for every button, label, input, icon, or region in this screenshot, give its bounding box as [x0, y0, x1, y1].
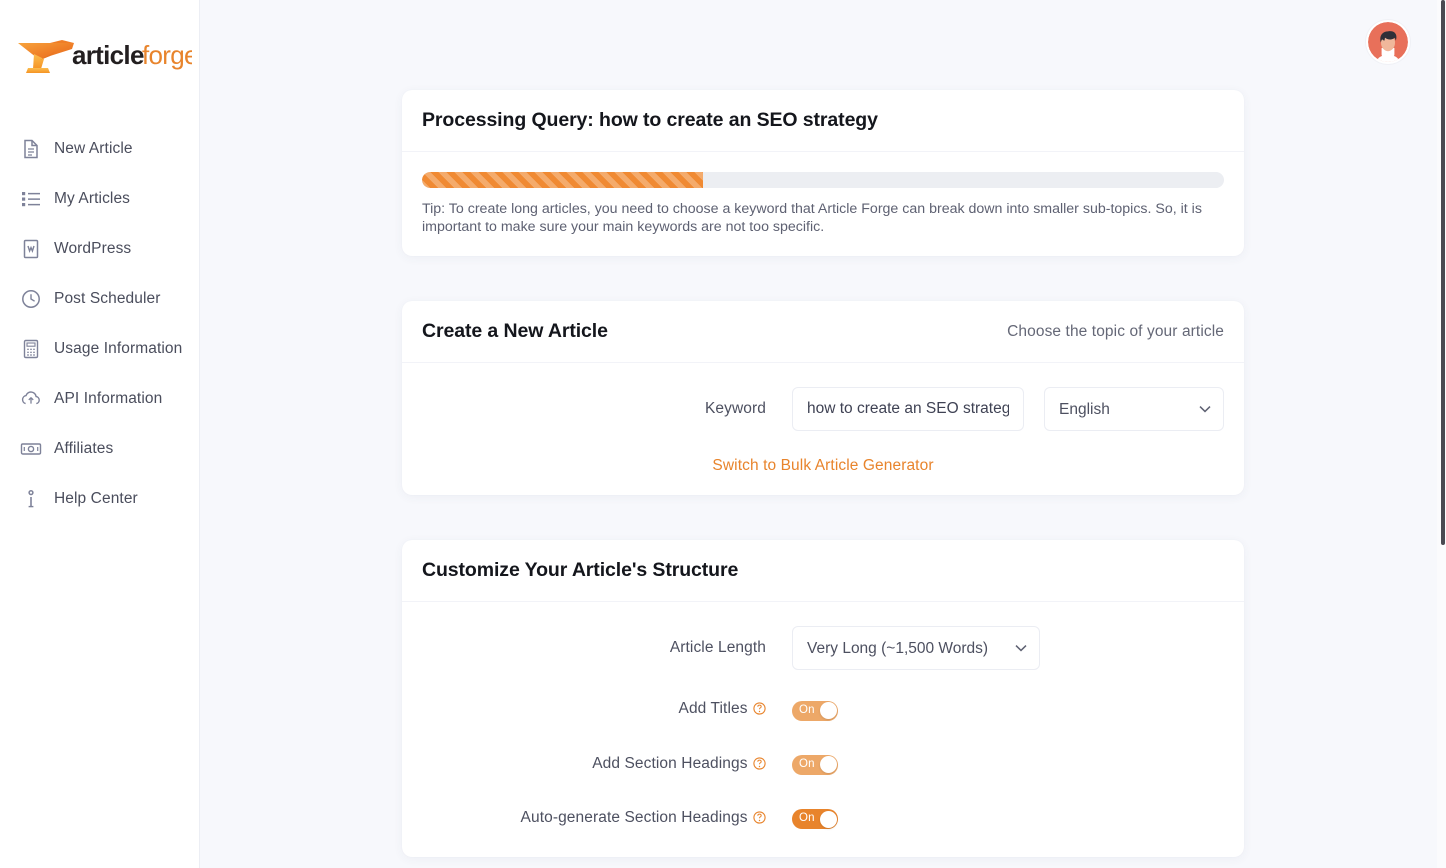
sidebar-item-label: New Article: [54, 140, 133, 158]
keyword-input[interactable]: [792, 387, 1024, 431]
user-avatar-icon: [1368, 22, 1408, 62]
keyword-row: Keyword EnglishSpanishFrenchGermanItalia…: [422, 383, 1224, 435]
article-length-select[interactable]: Short (~500 Words)Medium (~750 Words)Lon…: [792, 626, 1040, 670]
add-titles-toggle-state: On: [792, 705, 815, 717]
sidebar-item-usage-information[interactable]: Usage Information: [0, 324, 199, 374]
vertical-scrollbar[interactable]: [1437, 0, 1446, 868]
sidebar-item-my-articles[interactable]: My Articles: [0, 174, 199, 224]
add-titles-label-text: Add Titles: [679, 700, 748, 717]
list-icon: [20, 188, 42, 210]
cloud-upload-icon: [20, 388, 42, 410]
question-circle-icon[interactable]: [753, 698, 766, 724]
scrollbar-thumb[interactable]: [1441, 0, 1445, 545]
create-card-body: Keyword EnglishSpanishFrenchGermanItalia…: [402, 363, 1244, 495]
progress-bar-fill: [422, 172, 703, 188]
sidebar-item-post-scheduler[interactable]: Post Scheduler: [0, 274, 199, 324]
auto-generate-section-headings-toggle[interactable]: On: [792, 809, 838, 829]
processing-card-header: Processing Query: how to create an SEO s…: [402, 90, 1244, 152]
sidebar-item-help-center[interactable]: Help Center: [0, 474, 199, 524]
main-area: Processing Query: how to create an SEO s…: [200, 0, 1446, 868]
keyword-label: Keyword: [422, 396, 792, 422]
content-column: Processing Query: how to create an SEO s…: [200, 90, 1446, 868]
spacer: [422, 674, 1224, 692]
add-section-headings-label-text: Add Section Headings: [592, 755, 747, 772]
auto-generate-section-headings-label: Auto-generate Section Headings: [422, 805, 792, 833]
sidebar-item-api-information[interactable]: API Information: [0, 374, 199, 424]
sidebar-item-affiliates[interactable]: Affiliates: [0, 424, 199, 474]
sidebar-item-label: Usage Information: [54, 340, 182, 358]
sidebar-item-label: WordPress: [54, 240, 131, 258]
article-length-label: Article Length: [422, 635, 792, 661]
article-length-row: Article Length Short (~500 Words)Medium …: [422, 622, 1224, 674]
create-card-subtitle: Choose the topic of your article: [1007, 323, 1224, 341]
create-article-card: Create a New Article Choose the topic of…: [402, 301, 1244, 495]
structure-card-title: Customize Your Article's Structure: [422, 559, 738, 582]
calculator-icon: [20, 338, 42, 360]
toggle-knob: [820, 702, 837, 719]
brand-logo[interactable]: article forge: [0, 22, 199, 82]
toggle-knob: [820, 756, 837, 773]
document-icon: [20, 138, 42, 160]
language-select[interactable]: EnglishSpanishFrenchGermanItalianDutchPo…: [1044, 387, 1224, 431]
structure-card: Customize Your Article's Structure Artic…: [402, 540, 1244, 857]
sidebar-item-new-article[interactable]: New Article: [0, 124, 199, 174]
anvil-icon: article forge: [10, 30, 192, 74]
auto-generate-toggle-state: On: [792, 813, 815, 825]
sidebar-item-label: Affiliates: [54, 440, 113, 458]
progress-bar-track: [422, 172, 1224, 188]
processing-card-title: Processing Query: how to create an SEO s…: [422, 109, 878, 132]
logo-text-article: article: [72, 40, 144, 70]
processing-card-body: Tip: To create long articles, you need t…: [402, 152, 1244, 256]
add-section-headings-row: Add Section Headings On: [422, 747, 1224, 783]
info-icon: [20, 488, 42, 510]
question-circle-icon[interactable]: [753, 807, 766, 833]
sidebar-item-label: API Information: [54, 390, 162, 408]
auto-generate-label-text: Auto-generate Section Headings: [521, 809, 748, 826]
logo-text-forge: forge: [142, 40, 192, 70]
language-select-wrap: EnglishSpanishFrenchGermanItalianDutchPo…: [1024, 387, 1224, 431]
add-section-headings-toggle[interactable]: On: [792, 755, 838, 775]
question-circle-icon[interactable]: [753, 753, 766, 779]
add-section-headings-toggle-state: On: [792, 759, 815, 771]
add-titles-toggle[interactable]: On: [792, 701, 838, 721]
structure-card-header: Customize Your Article's Structure: [402, 540, 1244, 602]
add-titles-label: Add Titles: [422, 696, 792, 724]
toggle-knob: [820, 811, 837, 828]
add-titles-row: Add Titles On: [422, 692, 1224, 728]
sidebar-item-label: Help Center: [54, 490, 138, 508]
avatar[interactable]: [1366, 20, 1410, 64]
progress-tip-text: Tip: To create long articles, you need t…: [422, 200, 1212, 236]
clock-icon: [20, 288, 42, 310]
sidebar-nav: New Article My Articles: [0, 124, 199, 524]
spacer: [422, 729, 1224, 747]
sidebar-item-label: Post Scheduler: [54, 290, 161, 308]
create-card-header: Create a New Article Choose the topic of…: [402, 301, 1244, 363]
auto-generate-section-headings-row: Auto-generate Section Headings On: [422, 801, 1224, 837]
app-root: article forge New Article: [0, 0, 1446, 868]
switch-to-bulk-link[interactable]: Switch to Bulk Article Generator: [422, 457, 1224, 475]
sidebar-item-label: My Articles: [54, 190, 130, 208]
create-card-title: Create a New Article: [422, 320, 608, 343]
add-section-headings-label: Add Section Headings: [422, 751, 792, 779]
wordpress-icon: [20, 238, 42, 260]
processing-query-card: Processing Query: how to create an SEO s…: [402, 90, 1244, 256]
sidebar-item-wordpress[interactable]: WordPress: [0, 224, 199, 274]
structure-card-body: Article Length Short (~500 Words)Medium …: [402, 602, 1244, 857]
topbar: [200, 0, 1446, 90]
article-length-select-wrap: Short (~500 Words)Medium (~750 Words)Lon…: [792, 626, 1040, 670]
banknote-icon: [20, 438, 42, 460]
spacer: [422, 783, 1224, 801]
sidebar: article forge New Article: [0, 0, 200, 868]
